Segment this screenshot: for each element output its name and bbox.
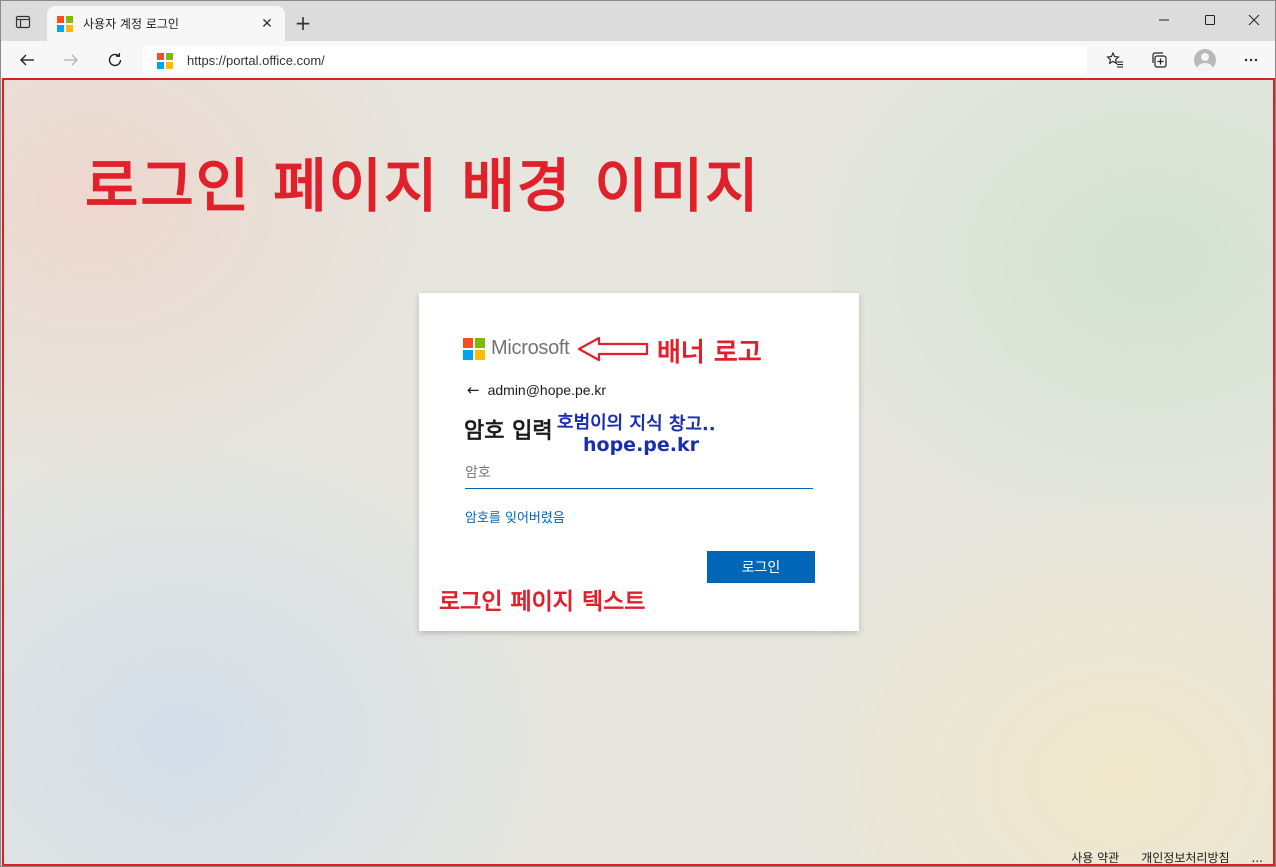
new-tab-icon[interactable]: + xyxy=(291,11,315,35)
forgot-password-link[interactable]: 암호를 잊어버렸음 xyxy=(465,507,565,526)
favorites-icon[interactable] xyxy=(1101,46,1129,74)
microsoft-logo-icon xyxy=(463,337,485,360)
tab-bar: 사용자 계정 로그인 ✕ + xyxy=(1,1,1275,41)
browser-tab[interactable]: 사용자 계정 로그인 ✕ xyxy=(47,6,285,41)
refresh-icon[interactable] xyxy=(101,46,129,74)
tab-close-icon[interactable]: ✕ xyxy=(255,12,279,36)
tab-title: 사용자 계정 로그인 xyxy=(83,17,179,31)
back-arrow-icon: ← xyxy=(467,381,480,399)
annotation-background-label: 로그인 페이지 배경 이미지 xyxy=(85,152,761,220)
annotation-banner-label: 배너 로고 xyxy=(657,338,762,368)
identity-back-button[interactable]: ← admin@hope.pe.kr xyxy=(467,381,606,399)
brand-name: Microsoft xyxy=(491,337,570,359)
footer-more-button[interactable]: ... xyxy=(1252,851,1263,865)
back-icon[interactable] xyxy=(13,46,41,74)
privacy-link[interactable]: 개인정보처리방침 xyxy=(1141,849,1229,866)
watermark-line2: hope.pe.kr xyxy=(583,434,699,456)
identity-text: admin@hope.pe.kr xyxy=(487,382,607,398)
page-footer: 사용 약관 개인정보처리방침 ... xyxy=(1049,849,1263,866)
banner-logo: Microsoft xyxy=(463,337,570,360)
more-options-icon[interactable] xyxy=(1237,46,1265,74)
maximize-icon[interactable] xyxy=(1187,1,1233,39)
address-bar[interactable]: https://portal.office.com/ xyxy=(143,46,1087,75)
annotation-text-label: 로그인 페이지 텍스트 xyxy=(439,589,646,615)
browser-toolbar: https://portal.office.com/ xyxy=(1,41,1275,79)
microsoft-favicon-icon xyxy=(57,15,73,32)
password-input[interactable] xyxy=(465,457,813,489)
annotation-arrow-icon xyxy=(577,335,649,367)
avatar xyxy=(1194,49,1216,71)
browser-window: 사용자 계정 로그인 ✕ + https://portal.office.com… xyxy=(0,0,1276,867)
terms-link[interactable]: 사용 약관 xyxy=(1071,849,1119,866)
profile-avatar[interactable] xyxy=(1191,46,1219,74)
tab-actions-icon[interactable] xyxy=(11,10,35,34)
site-favicon-icon xyxy=(157,52,173,69)
signin-button[interactable]: 로그인 xyxy=(707,551,815,583)
page-title: 암호 입력 xyxy=(464,419,553,444)
watermark-line1: 호범이의 지식 창고.. xyxy=(556,411,716,436)
url-text: https://portal.office.com/ xyxy=(187,53,325,68)
forward-icon[interactable] xyxy=(57,46,85,74)
login-page-background: 로그인 페이지 배경 이미지 Microsoft ← admin@hope.pe… xyxy=(1,79,1275,866)
collections-icon[interactable] xyxy=(1145,46,1173,74)
close-window-icon[interactable] xyxy=(1231,1,1275,39)
minimize-icon[interactable] xyxy=(1141,1,1187,39)
